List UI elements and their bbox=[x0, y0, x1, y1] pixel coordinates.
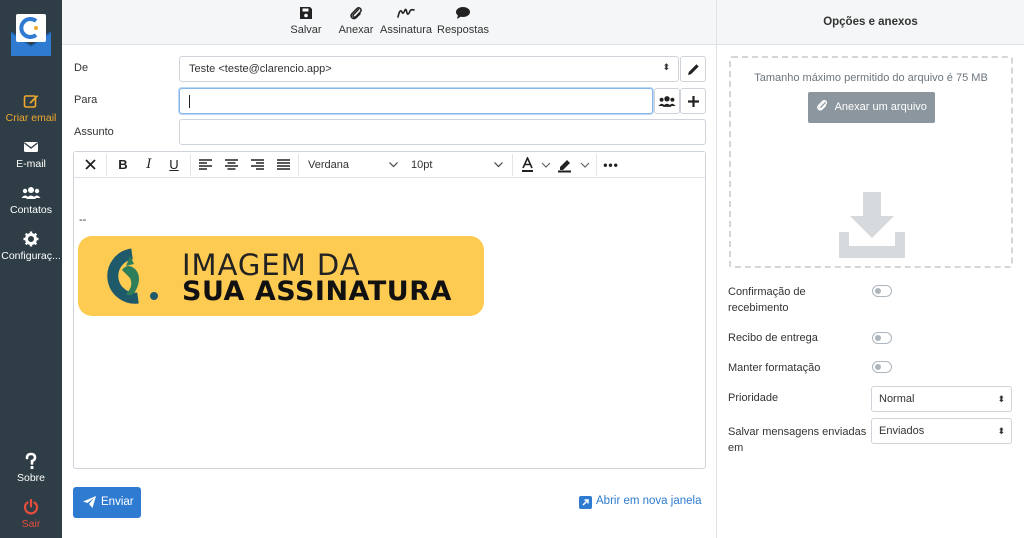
priority-select[interactable]: Normal ⬍ bbox=[871, 386, 1012, 412]
signature-text-line2: SUA ASSINATURA bbox=[182, 276, 452, 307]
sidebar-item-label: Sobre bbox=[16, 472, 46, 484]
highlight-color-button[interactable] bbox=[557, 156, 591, 174]
signature-separator: -- bbox=[79, 214, 87, 226]
justify-button[interactable] bbox=[275, 156, 291, 174]
sidebar-item-compose[interactable]: Criar email bbox=[0, 92, 62, 124]
align-left-button[interactable] bbox=[197, 156, 213, 174]
delivery-receipt-label: Recibo de entrega bbox=[728, 332, 818, 344]
attachment-dropzone[interactable]: Tamanho máximo permitido do arquivo é 75… bbox=[729, 56, 1013, 268]
from-value: Teste <teste@clarencio.app> bbox=[189, 63, 332, 75]
max-size-text: Tamanho máximo permitido do arquivo é 75… bbox=[754, 72, 988, 84]
bold-button[interactable]: B bbox=[114, 156, 132, 174]
chevron-down-icon bbox=[494, 162, 503, 168]
responses-button[interactable]: Respostas bbox=[437, 6, 489, 36]
toolbar-divider bbox=[298, 154, 299, 176]
align-center-icon bbox=[224, 159, 238, 170]
attach-button[interactable]: Anexar bbox=[338, 6, 374, 36]
message-editor[interactable]: B I U Verdana 10pt ••• -- IMAGEM DA SUA … bbox=[73, 151, 706, 469]
paperclip-icon bbox=[350, 7, 362, 20]
priority-label: Prioridade bbox=[728, 392, 779, 404]
text-cursor bbox=[189, 95, 190, 108]
from-label: De bbox=[74, 62, 89, 74]
signature-image: IMAGEM DA SUA ASSINATURA bbox=[78, 236, 484, 316]
pencil-icon bbox=[688, 64, 699, 75]
sidebar-item-label: Configuraç... bbox=[1, 250, 61, 262]
edit-identity-button[interactable] bbox=[680, 56, 706, 82]
app-logo[interactable] bbox=[9, 10, 53, 58]
read-receipt-toggle[interactable] bbox=[872, 285, 892, 297]
attach-file-button[interactable]: Anexar um arquivo bbox=[808, 92, 935, 123]
keep-formatting-label: Manter formatação bbox=[728, 362, 821, 374]
question-icon bbox=[25, 452, 37, 470]
toolbar-divider bbox=[106, 154, 107, 176]
plus-icon bbox=[688, 96, 699, 107]
users-icon bbox=[21, 187, 41, 199]
compose-toolbar: Salvar Anexar Assinatura Respostas bbox=[62, 0, 716, 45]
align-right-icon bbox=[250, 159, 264, 170]
more-options-button[interactable]: ••• bbox=[602, 156, 620, 174]
add-recipient-button[interactable] bbox=[680, 88, 706, 114]
subject-input[interactable] bbox=[179, 119, 706, 145]
envelope-icon bbox=[24, 142, 38, 152]
address-book-button[interactable] bbox=[654, 88, 680, 114]
download-icon bbox=[839, 192, 905, 258]
sidebar: Criar email E-mail Contatos Configuraç..… bbox=[0, 0, 62, 538]
save-button[interactable]: Salvar bbox=[290, 6, 322, 36]
highlighter-icon bbox=[558, 160, 590, 173]
users-icon bbox=[658, 96, 676, 107]
save-icon bbox=[300, 7, 312, 19]
text-color-button[interactable] bbox=[521, 156, 551, 174]
to-input[interactable] bbox=[179, 88, 653, 114]
save-sent-select[interactable]: Enviados ⬍ bbox=[871, 418, 1012, 444]
toolbar-divider bbox=[596, 154, 597, 176]
text-color-icon bbox=[522, 156, 551, 172]
sidebar-item-contacts[interactable]: Contatos bbox=[0, 184, 62, 216]
select-arrows-icon: ⬍ bbox=[662, 62, 670, 72]
sidebar-item-label: E-mail bbox=[16, 158, 46, 170]
chevron-down-icon bbox=[389, 162, 398, 168]
sidebar-item-label: Criar email bbox=[5, 112, 57, 124]
to-label: Para bbox=[74, 94, 98, 106]
select-arrows-icon: ⬍ bbox=[997, 426, 1005, 436]
gear-icon bbox=[23, 231, 39, 247]
italic-button[interactable]: I bbox=[140, 156, 158, 174]
signature-logo-icon bbox=[107, 248, 158, 304]
save-sent-label: Salvar mensagens enviadas em bbox=[728, 426, 867, 454]
toolbar-divider bbox=[190, 154, 191, 176]
font-family-select[interactable]: Verdana bbox=[308, 156, 398, 174]
align-right-button[interactable] bbox=[249, 156, 265, 174]
signature-icon bbox=[397, 8, 415, 18]
external-link-icon bbox=[579, 496, 592, 509]
comment-icon bbox=[456, 7, 470, 19]
sidebar-item-about[interactable]: Sobre bbox=[0, 452, 62, 484]
options-panel-title: Opções e anexos bbox=[717, 0, 1024, 45]
editor-toolbar: B I U Verdana 10pt ••• bbox=[74, 152, 705, 178]
edit-icon bbox=[23, 95, 39, 108]
close-icon bbox=[84, 159, 96, 170]
align-justify-icon bbox=[276, 159, 290, 170]
toolbar-divider bbox=[512, 154, 513, 176]
sidebar-item-logout[interactable]: Sair bbox=[0, 498, 62, 530]
subject-label: Assunto bbox=[74, 126, 114, 138]
options-panel: Opções e anexos Tamanho máximo permitido… bbox=[716, 0, 1024, 538]
font-size-select[interactable]: 10pt bbox=[411, 156, 503, 174]
signature-button[interactable]: Assinatura bbox=[380, 6, 432, 36]
align-center-button[interactable] bbox=[223, 156, 239, 174]
send-button[interactable]: Enviar bbox=[73, 487, 141, 518]
paper-plane-icon bbox=[83, 496, 96, 508]
keep-formatting-toggle[interactable] bbox=[872, 361, 892, 373]
from-select[interactable]: Teste <teste@clarencio.app> ⬍ bbox=[179, 56, 679, 82]
sidebar-item-email[interactable]: E-mail bbox=[0, 138, 62, 170]
clear-format-button[interactable] bbox=[82, 156, 98, 174]
paperclip-icon bbox=[817, 99, 828, 111]
power-icon bbox=[23, 498, 39, 515]
read-receipt-label: Confirmação de recebimento bbox=[728, 286, 806, 314]
delivery-receipt-toggle[interactable] bbox=[872, 332, 892, 344]
select-arrows-icon: ⬍ bbox=[997, 394, 1005, 404]
sidebar-item-label: Contatos bbox=[9, 204, 53, 216]
sidebar-item-settings[interactable]: Configuraç... bbox=[0, 230, 62, 262]
align-left-icon bbox=[198, 159, 212, 170]
underline-button[interactable]: U bbox=[165, 156, 183, 174]
sidebar-item-label: Sair bbox=[21, 518, 41, 530]
